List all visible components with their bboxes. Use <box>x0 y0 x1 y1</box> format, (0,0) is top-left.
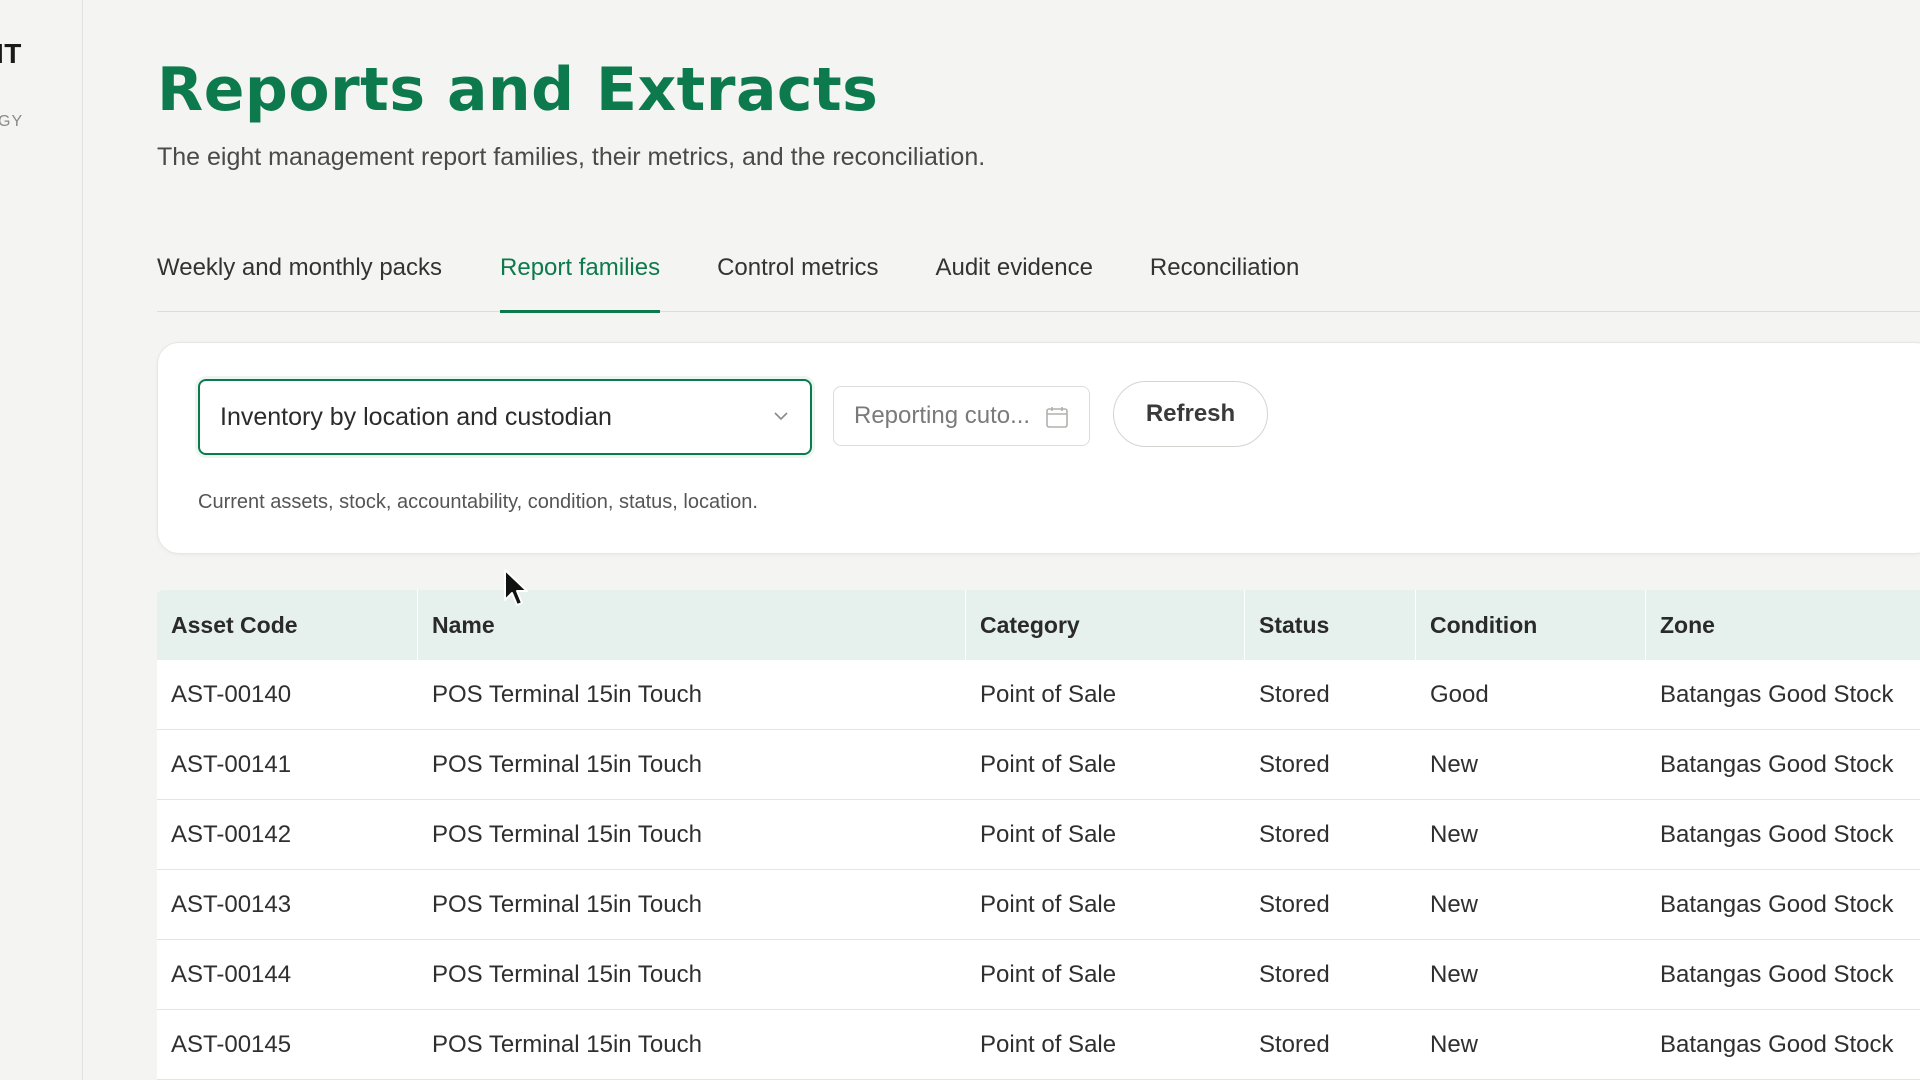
cell-condition: New <box>1430 820 1479 848</box>
cell-condition: New <box>1430 960 1479 988</box>
brand-title: IT <box>0 38 22 69</box>
table-row[interactable]: AST-00144 POS Terminal 15in Touch Point … <box>157 940 1920 1010</box>
cell-zone: Batangas Good Stock <box>1660 890 1894 918</box>
table-row[interactable]: AST-00143 POS Terminal 15in Touch Point … <box>157 870 1920 940</box>
cell-status: Stored <box>1259 750 1330 778</box>
cell-name: POS Terminal 15in Touch <box>432 960 702 988</box>
cell-status: Stored <box>1259 890 1330 918</box>
cell-name: POS Terminal 15in Touch <box>432 680 702 708</box>
cell-zone: Batangas Good Stock <box>1660 820 1894 848</box>
cell-asset-code: AST-00142 <box>171 820 292 848</box>
cell-name: POS Terminal 15in Touch <box>432 750 702 778</box>
main-content: Reports and Extracts The eight managemen… <box>157 0 1920 1080</box>
cell-zone: Batangas Good Stock <box>1660 960 1894 988</box>
mouse-cursor-icon <box>504 569 528 606</box>
cell-asset-code: AST-00145 <box>171 1030 292 1058</box>
cell-asset-code: AST-00143 <box>171 890 292 918</box>
cell-condition: Good <box>1430 680 1489 708</box>
tab-audit-evidence[interactable]: Audit evidence <box>935 250 1092 312</box>
cell-category: Point of Sale <box>980 750 1117 778</box>
table-row[interactable]: AST-00142 POS Terminal 15in Touch Point … <box>157 800 1920 870</box>
cell-name: POS Terminal 15in Touch <box>432 1030 702 1058</box>
column-header-asset-code[interactable]: Asset Code <box>157 590 418 660</box>
cell-category: Point of Sale <box>980 820 1117 848</box>
cell-condition: New <box>1430 1030 1479 1058</box>
cell-zone: Batangas Good Stock <box>1660 1030 1894 1058</box>
tab-control-metrics[interactable]: Control metrics <box>717 250 878 312</box>
cell-status: Stored <box>1259 960 1330 988</box>
filter-card: Inventory by location and custodian Repo… <box>157 342 1920 554</box>
cell-asset-code: AST-00140 <box>171 680 292 708</box>
report-family-select[interactable]: Inventory by location and custodian <box>198 379 812 455</box>
cell-status: Stored <box>1259 680 1330 708</box>
inventory-table: Asset Code Name Category Status Conditio… <box>157 590 1920 1080</box>
column-header-zone[interactable]: Zone <box>1646 590 1920 660</box>
tab-report-families[interactable]: Report families <box>500 250 661 313</box>
refresh-button[interactable]: Refresh <box>1113 381 1268 447</box>
table-row[interactable]: AST-00140 POS Terminal 15in Touch Point … <box>157 660 1920 730</box>
report-family-description: Current assets, stock, accountability, c… <box>198 491 758 513</box>
tab-reconciliation[interactable]: Reconciliation <box>1150 250 1299 312</box>
cell-asset-code: AST-00141 <box>171 750 292 778</box>
column-header-category[interactable]: Category <box>966 590 1245 660</box>
cell-condition: New <box>1430 750 1479 778</box>
cell-name: POS Terminal 15in Touch <box>432 890 702 918</box>
cell-zone: Batangas Good Stock <box>1660 680 1894 708</box>
cell-status: Stored <box>1259 820 1330 848</box>
date-input-placeholder: Reporting cuto... <box>854 402 1031 429</box>
page-subtitle: The eight management report families, th… <box>157 143 986 171</box>
cell-name: POS Terminal 15in Touch <box>432 820 702 848</box>
reporting-cutoff-date-input[interactable]: Reporting cuto... <box>833 386 1090 446</box>
column-header-condition[interactable]: Condition <box>1416 590 1646 660</box>
report-family-select-value: Inventory by location and custodian <box>220 402 612 431</box>
brand-subtitle: GY <box>0 113 24 130</box>
column-header-name[interactable]: Name <box>418 590 966 660</box>
cell-asset-code: AST-00144 <box>171 960 292 988</box>
calendar-icon[interactable] <box>1045 405 1069 429</box>
table-row[interactable]: AST-00141 POS Terminal 15in Touch Point … <box>157 730 1920 800</box>
chevron-down-icon <box>774 412 788 421</box>
cell-status: Stored <box>1259 1030 1330 1058</box>
cell-category: Point of Sale <box>980 960 1117 988</box>
report-tabs: Weekly and monthly packs Report families… <box>157 250 1920 313</box>
table-row[interactable]: AST-00145 POS Terminal 15in Touch Point … <box>157 1010 1920 1080</box>
tab-weekly-monthly-packs[interactable]: Weekly and monthly packs <box>157 250 442 312</box>
cell-zone: Batangas Good Stock <box>1660 750 1894 778</box>
cell-category: Point of Sale <box>980 1030 1117 1058</box>
table-header-row: Asset Code Name Category Status Conditio… <box>157 590 1920 660</box>
cell-category: Point of Sale <box>980 680 1117 708</box>
sidebar: IT GY <box>0 0 83 1080</box>
page-title: Reports and Extracts <box>157 55 879 125</box>
column-header-status[interactable]: Status <box>1245 590 1416 660</box>
cell-condition: New <box>1430 890 1479 918</box>
cell-category: Point of Sale <box>980 890 1117 918</box>
